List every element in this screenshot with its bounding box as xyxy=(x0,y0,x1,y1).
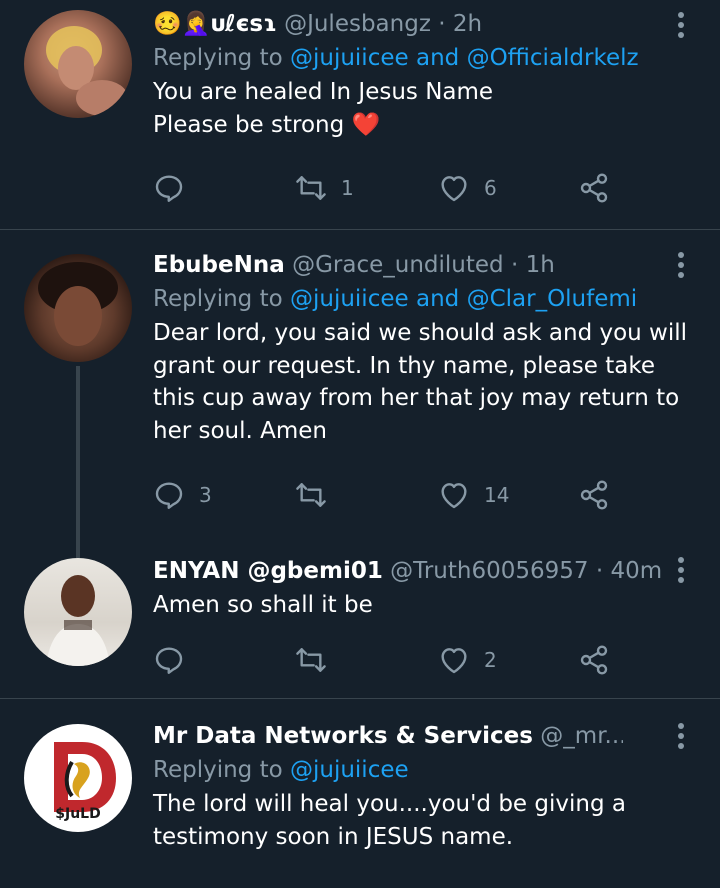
like-count: 6 xyxy=(484,176,497,200)
reply-icon xyxy=(155,175,183,202)
user-handle[interactable]: @Julesbangz xyxy=(284,11,431,37)
like-icon xyxy=(441,176,467,202)
thread-line xyxy=(76,366,80,558)
retweet-icon xyxy=(296,483,326,507)
user-handle[interactable]: @Grace_undiluted xyxy=(292,252,504,278)
like-icon xyxy=(441,648,467,674)
share-button[interactable] xyxy=(578,642,610,678)
emoji-prefix: 🥴🤦‍♀️ xyxy=(153,11,211,37)
reply-count: 3 xyxy=(199,483,212,507)
more-options-icon[interactable] xyxy=(676,723,686,753)
share-icon xyxy=(580,480,608,510)
tweet-text-line: Please be strong xyxy=(153,111,345,138)
display-name[interactable]: ENYAN @gbemi01 xyxy=(153,558,383,584)
more-options-icon[interactable] xyxy=(676,12,686,42)
timestamp[interactable]: 40m xyxy=(610,558,662,584)
action-bar: 2 xyxy=(153,642,633,678)
tweet-text: Amen so shall it be xyxy=(153,592,373,618)
avatar[interactable] xyxy=(24,558,132,666)
retweet-count: 1 xyxy=(341,176,354,200)
heart-emoji: ❤️ xyxy=(351,111,381,138)
avatar[interactable]: D $JuLD xyxy=(24,724,132,832)
mention-link[interactable]: @Clar_Olufemi xyxy=(467,286,638,312)
tweet-header: ENYAN @gbemi01 @Truth60056957 · 40m xyxy=(153,555,700,587)
like-count: 2 xyxy=(484,648,497,672)
action-bar: 3 14 xyxy=(153,477,633,513)
replying-to: Replying to @jujuiicee xyxy=(153,754,700,786)
replying-to-label: Replying to xyxy=(153,45,283,71)
tweet-text: The lord will heal you....you'd be givin… xyxy=(153,791,626,850)
retweet-button[interactable]: 1 xyxy=(295,170,354,206)
tweet-text: You are healed In Jesus Name Please be s… xyxy=(153,76,700,141)
replying-to-label: Replying to xyxy=(153,286,283,312)
tweet-2[interactable]: EbubeNna @Grace_undiluted · 1h Replying … xyxy=(0,230,720,558)
share-button[interactable] xyxy=(578,477,610,513)
tweet-text: Dear lord, you said we should ask and yo… xyxy=(153,320,688,444)
display-name[interactable]: EbubeNna xyxy=(153,252,285,278)
display-name[interactable]: ᴜℓєѕɿ xyxy=(210,11,276,37)
timestamp[interactable]: 2h xyxy=(453,11,482,37)
share-button[interactable] xyxy=(578,170,610,206)
mention-link[interactable]: @jujuiicee xyxy=(290,45,409,71)
retweet-icon xyxy=(296,648,326,672)
share-icon xyxy=(580,645,608,675)
mention-and[interactable]: and xyxy=(416,286,459,312)
retweet-button[interactable] xyxy=(295,642,327,678)
tweet-header: EbubeNna @Grace_undiluted · 1h xyxy=(153,249,700,281)
action-bar: 1 6 xyxy=(153,170,633,206)
reply-button[interactable] xyxy=(153,642,185,678)
share-icon xyxy=(580,173,608,203)
timestamp[interactable]: 1h xyxy=(526,252,555,278)
tweet-4[interactable]: D $JuLD Mr Data Networks & Services @_mr… xyxy=(0,699,720,888)
replying-to: Replying to @jujuiicee and @Officialdrke… xyxy=(153,42,700,74)
retweet-icon xyxy=(296,176,326,200)
display-name[interactable]: Mr Data Networks & Services xyxy=(153,723,533,749)
replying-to-label: Replying to xyxy=(153,757,283,783)
like-button[interactable]: 2 xyxy=(438,642,497,678)
user-handle[interactable]: @Truth60056957 xyxy=(390,558,588,584)
tweet-header: Mr Data Networks & Services @_mr... · 51… xyxy=(153,720,623,752)
separator-dot: · xyxy=(438,11,446,37)
more-options-icon[interactable] xyxy=(676,252,686,282)
retweet-button[interactable] xyxy=(295,477,327,513)
avatar[interactable] xyxy=(24,254,132,362)
tweet-text-line: You are healed In Jesus Name xyxy=(153,79,494,105)
like-icon xyxy=(441,483,467,509)
mention-and[interactable]: and xyxy=(416,45,459,71)
tweet-header: 🥴🤦‍♀️ᴜℓєѕɿ @Julesbangz · 2h xyxy=(153,8,700,40)
separator-dot: · xyxy=(510,252,519,278)
reply-icon xyxy=(155,647,183,674)
reply-button[interactable]: 3 xyxy=(153,477,212,513)
reply-button[interactable] xyxy=(153,170,185,206)
like-button[interactable]: 6 xyxy=(438,170,497,206)
mention-link[interactable]: @Officialdrkelz xyxy=(467,45,639,71)
separator-dot: · xyxy=(595,558,604,584)
like-button[interactable]: 14 xyxy=(438,477,509,513)
more-options-icon[interactable] xyxy=(676,557,686,587)
mention-link[interactable]: @jujuiicee xyxy=(290,757,409,783)
user-handle[interactable]: @_mr... xyxy=(540,723,623,749)
tweet-3[interactable]: ENYAN @gbemi01 @Truth60056957 · 40m Amen… xyxy=(0,540,720,698)
reply-icon xyxy=(155,482,183,509)
avatar[interactable] xyxy=(24,10,132,118)
replying-to: Replying to @jujuiicee and @Clar_Olufemi xyxy=(153,283,700,315)
mention-link[interactable]: @jujuiicee xyxy=(290,286,409,312)
like-count: 14 xyxy=(484,483,510,507)
avatar-label: $JuLD xyxy=(55,806,101,822)
tweet-1[interactable]: 🥴🤦‍♀️ᴜℓєѕɿ @Julesbangz · 2h Replying to … xyxy=(0,0,720,229)
